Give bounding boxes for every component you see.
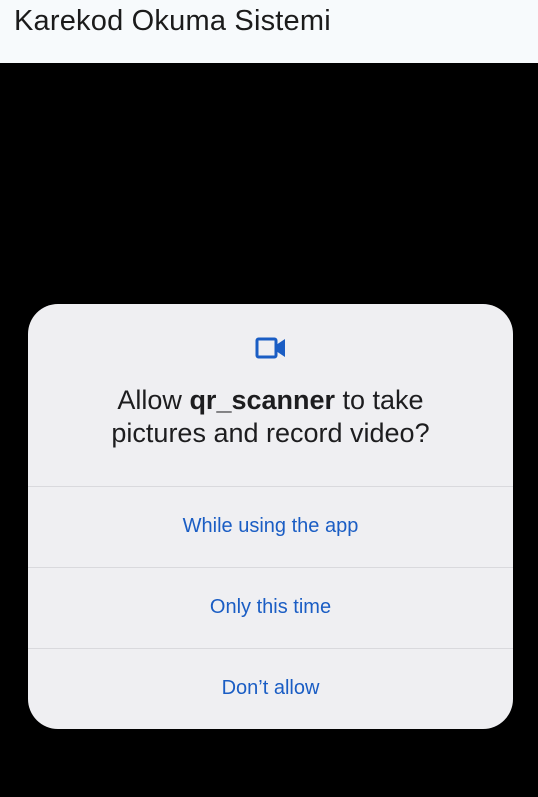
only-this-time-button[interactable]: Only this time — [28, 567, 513, 647]
videocam-icon — [255, 337, 287, 359]
message-prefix: Allow — [117, 385, 190, 415]
dont-allow-button[interactable]: Don’t allow — [28, 648, 513, 728]
permission-message: Allow qr_scanner to take pictures and re… — [28, 384, 513, 450]
app-bar: Karekod Okuma Sistemi — [0, 0, 538, 63]
message-suffix: to take — [335, 385, 424, 415]
permission-dialog: Allow qr_scanner to take pictures and re… — [28, 304, 513, 729]
message-line-2: pictures and record video? — [111, 418, 430, 448]
app-title: Karekod Okuma Sistemi — [14, 5, 331, 37]
app-name: qr_scanner — [189, 385, 336, 415]
while-using-app-button[interactable]: While using the app — [28, 486, 513, 566]
screen: Karekod Okuma Sistemi Allow qr_scanner t… — [0, 0, 538, 797]
